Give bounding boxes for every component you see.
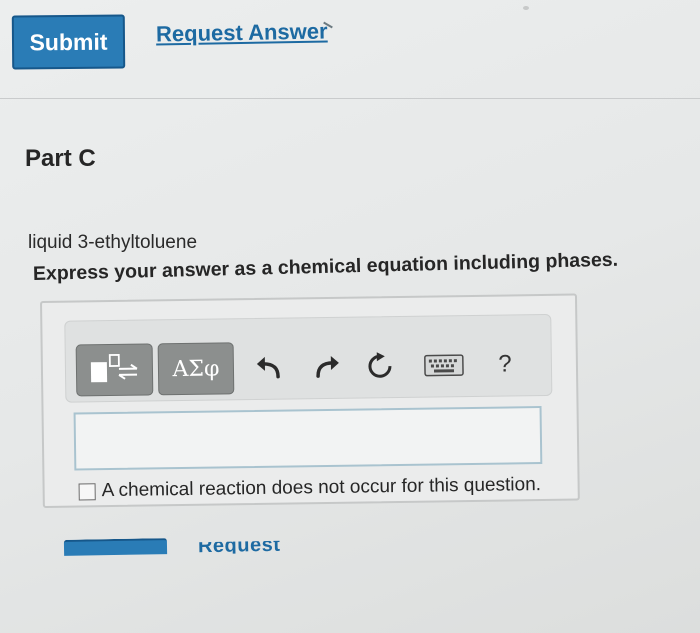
superscript-template-icon — [90, 354, 137, 383]
answer-panel: ΑΣφ ? A chemical reaction does not occur… — [40, 293, 580, 508]
answer-instruction: Express your answer as a chemical equati… — [32, 248, 619, 285]
redo-button[interactable] — [310, 350, 344, 384]
keyboard-icon — [424, 354, 464, 377]
redo-arrow-icon — [316, 355, 339, 378]
undo-arrow-icon — [256, 356, 280, 379]
submit-button[interactable]: Submit — [11, 14, 126, 70]
no-reaction-option[interactable]: A chemical reaction does not occur for t… — [78, 474, 542, 502]
greek-symbols-label: ΑΣφ — [172, 356, 220, 382]
reset-button[interactable] — [363, 349, 397, 383]
part-title: Part C — [25, 145, 96, 172]
bottom-request-answer-link[interactable]: Request Answer — [198, 540, 336, 554]
screen-smudge — [523, 6, 529, 10]
bottom-submit-button[interactable] — [63, 538, 168, 556]
keyboard-button[interactable] — [421, 348, 467, 383]
reset-icon — [368, 352, 392, 378]
bottom-request-answer-label: Request Answer — [197, 539, 281, 555]
help-icon: ? — [498, 350, 512, 378]
equation-toolbar: ΑΣφ ? — [64, 313, 553, 403]
template-button[interactable] — [75, 343, 154, 397]
section-divider — [0, 98, 700, 99]
no-reaction-checkbox[interactable] — [78, 482, 96, 500]
submit-button-label: Submit — [29, 28, 108, 55]
answer-input[interactable] — [73, 406, 543, 471]
greek-symbols-button[interactable]: ΑΣφ — [157, 342, 235, 396]
help-button[interactable]: ? — [488, 347, 522, 381]
request-answer-link[interactable]: Request Answer — [156, 19, 328, 48]
question-text: liquid 3-ethyltoluene — [28, 232, 198, 253]
no-reaction-label: A chemical reaction does not occur for t… — [101, 474, 542, 502]
undo-button[interactable] — [252, 351, 286, 385]
